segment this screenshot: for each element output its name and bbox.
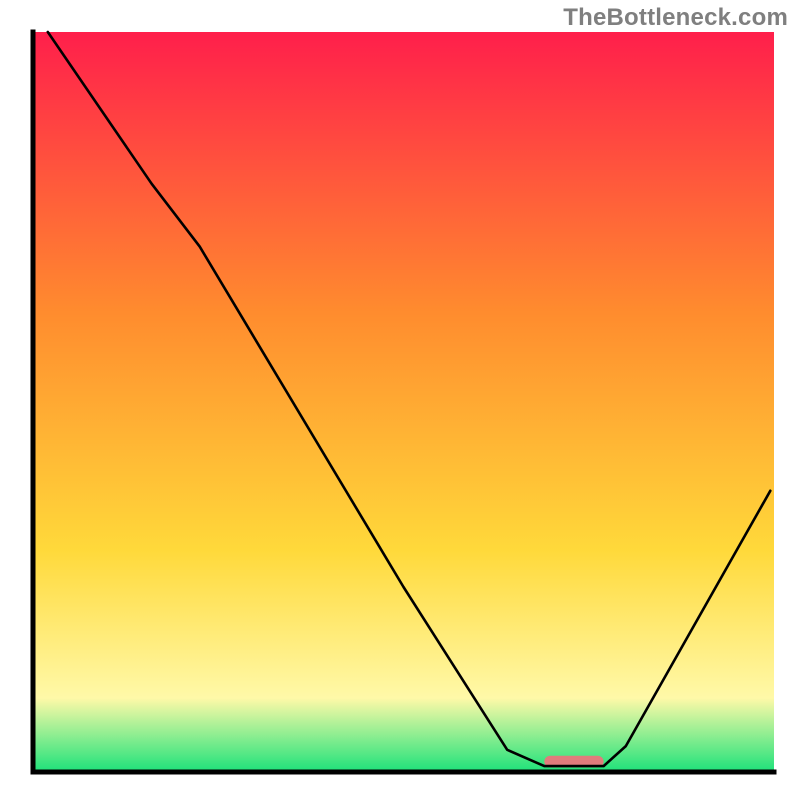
plot-background (33, 32, 774, 772)
chart-container: TheBottleneck.com (0, 0, 800, 800)
watermark-label: TheBottleneck.com (563, 4, 788, 32)
bottleneck-chart (0, 0, 800, 800)
